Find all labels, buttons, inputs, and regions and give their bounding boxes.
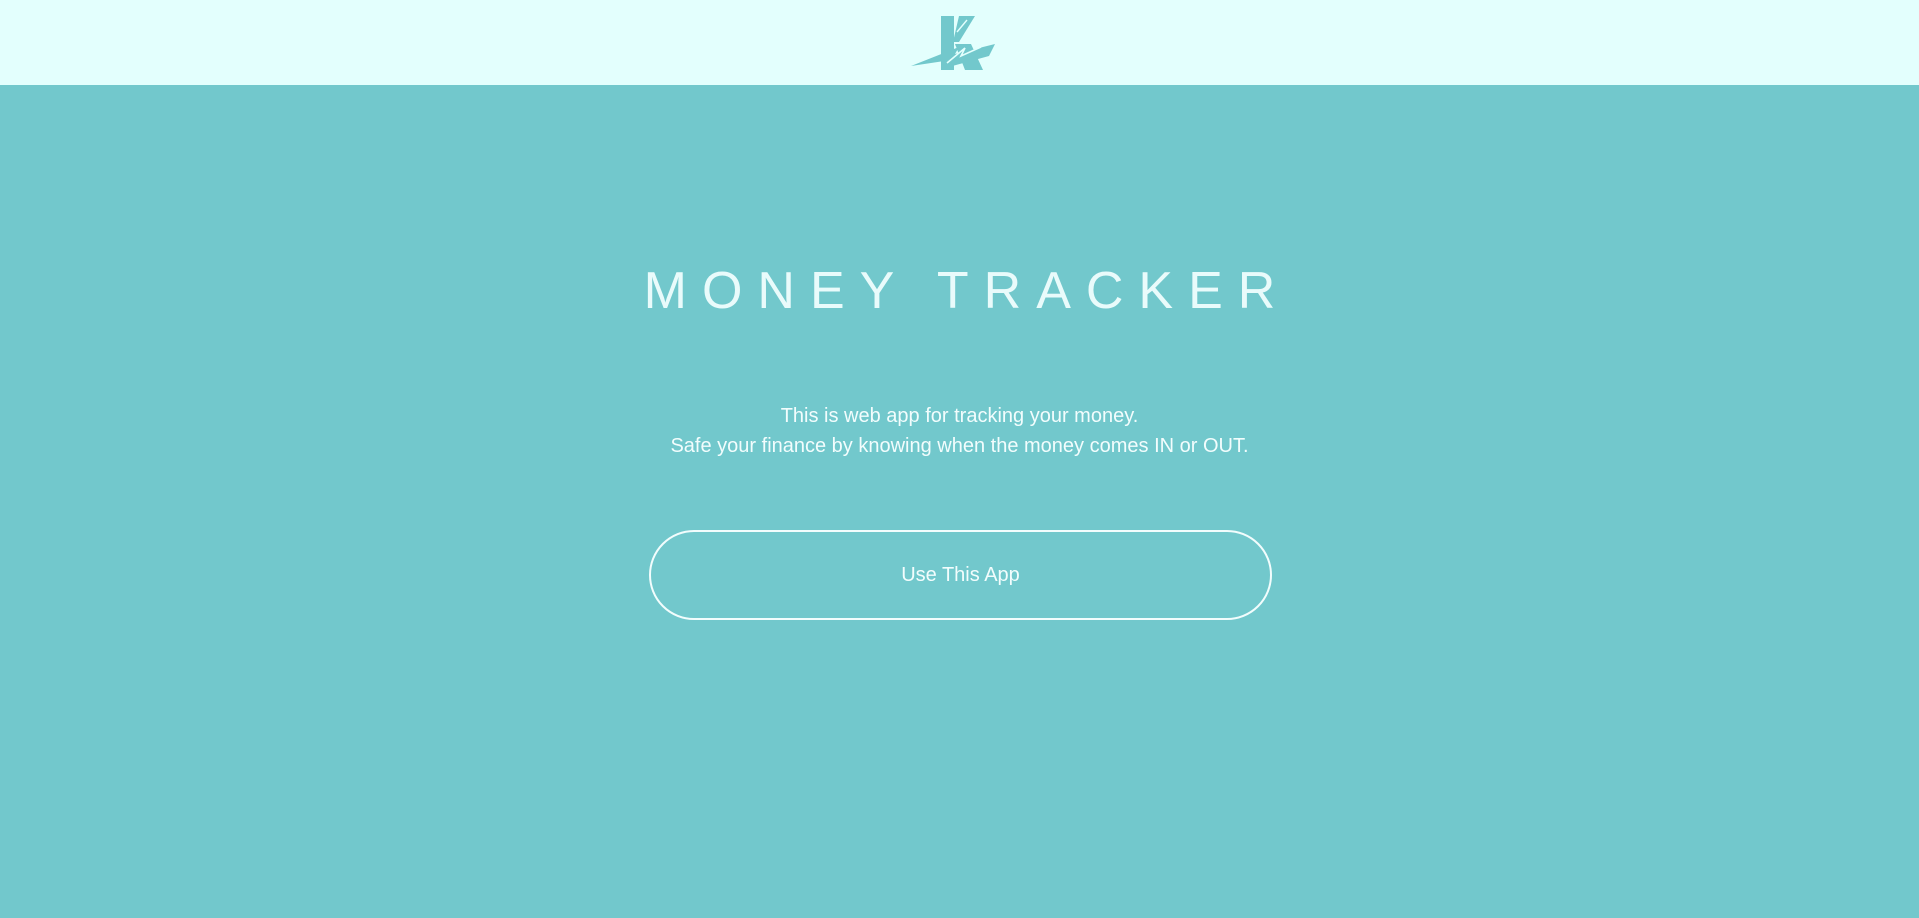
lightning-k-logo-icon[interactable] xyxy=(909,14,1009,72)
description-line-2: Safe your finance by knowing when the mo… xyxy=(670,435,1249,457)
use-app-button[interactable]: Use This App xyxy=(649,530,1272,620)
page-title: MONEY TRACKER xyxy=(643,262,1291,320)
description-line-1: This is web app for tracking your money. xyxy=(780,405,1139,427)
top-bar xyxy=(0,0,1919,85)
hero-section: MONEY TRACKER This is web app for tracki… xyxy=(0,85,1919,918)
